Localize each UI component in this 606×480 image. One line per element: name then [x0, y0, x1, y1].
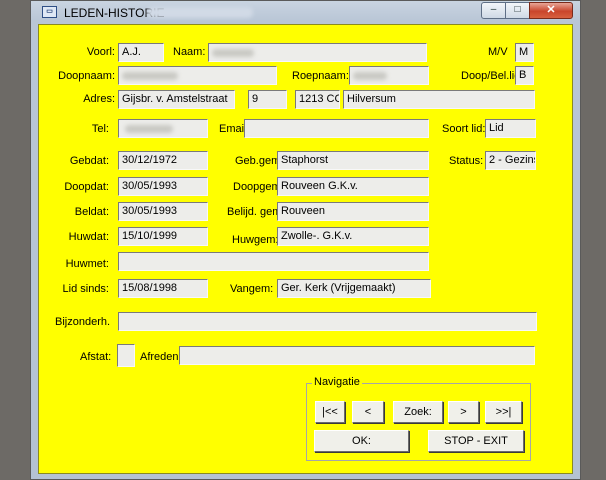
belijd-gem-field[interactable]: Rouveen [277, 202, 429, 221]
label-afstat: Afstat: [80, 351, 112, 363]
mv-field[interactable]: M [515, 43, 534, 62]
huisnummer-field[interactable]: 9 [248, 90, 287, 109]
roepnaam-field[interactable] [349, 66, 429, 85]
doopgem-field[interactable]: Rouveen G.K.v. [277, 177, 429, 196]
prev-record-button[interactable]: < [352, 401, 384, 423]
label-doopdat: Doopdat: [64, 181, 109, 193]
label-status: Status: [449, 155, 484, 167]
label-adres: Adres: [83, 93, 115, 105]
app-window-icon: ▭ [42, 6, 57, 18]
maximize-icon[interactable]: □ [505, 2, 530, 19]
minimize-icon[interactable]: – [481, 2, 506, 19]
huwgem-field[interactable]: Zwolle-. G.K.v. [277, 227, 429, 246]
label-huwmet: Huwmet: [65, 258, 109, 270]
label-lid-sinds: Lid sinds: [62, 283, 109, 295]
label-bijzonderh: Bijzonderh. [55, 316, 111, 328]
postcode-field[interactable]: 1213 CG [295, 90, 340, 109]
label-huwgem: Huwgem: [232, 234, 279, 246]
label-doopnaam: Doopnaam: [58, 70, 115, 82]
status-field[interactable]: 2 - Gezinshoofd [485, 151, 536, 170]
label-roepnaam: Roepnaam: [292, 70, 349, 82]
redacted-title-suffix [147, 7, 253, 18]
navigatie-group: Navigatie |<< < Zoek: > >>| OK: STOP - E… [306, 376, 531, 461]
label-beldat: Beldat: [74, 206, 109, 218]
label-doop-bel-lid: Doop/Bel.lid [461, 70, 521, 82]
gebdat-field[interactable]: 30/12/1972 [118, 151, 208, 170]
email-field[interactable] [244, 119, 429, 138]
next-record-button[interactable]: > [448, 401, 479, 423]
label-gebdat: Gebdat: [69, 155, 109, 167]
soort-lid-field[interactable]: Lid [485, 119, 536, 138]
tel-field[interactable] [118, 119, 208, 138]
doopdat-field[interactable]: 30/05/1993 [118, 177, 208, 196]
huwmet-field[interactable] [118, 252, 429, 271]
geb-gem-field[interactable]: Staphorst [277, 151, 429, 170]
huwdat-field[interactable]: 15/10/1999 [118, 227, 208, 246]
voorl-field[interactable]: A.J. [118, 43, 164, 62]
ok-button[interactable]: OK: [314, 430, 409, 452]
stop-exit-button[interactable]: STOP - EXIT [428, 430, 524, 452]
vangem-field[interactable]: Ger. Kerk (Vrijgemaakt) [277, 279, 431, 298]
label-voorl: Voorl: [86, 46, 115, 58]
bijzonderh-field[interactable] [118, 312, 537, 331]
doop-bel-lid-field[interactable]: B [515, 66, 534, 85]
afreden-field[interactable] [179, 346, 535, 365]
label-naam: Naam: [173, 46, 206, 58]
search-button[interactable]: Zoek: [393, 401, 443, 423]
label-vangem: Vangem: [230, 283, 274, 295]
label-belijd-gem: Belijd. gem: [227, 206, 285, 218]
first-record-button[interactable]: |<< [315, 401, 345, 423]
navigatie-label: Navigatie [312, 376, 362, 388]
doopnaam-field[interactable] [118, 66, 277, 85]
last-record-button[interactable]: >>| [485, 401, 522, 423]
straat-field[interactable]: Gijsbr. v. Amstelstraat [118, 90, 235, 109]
label-afreden: Afreden: [140, 351, 182, 363]
beldat-field[interactable]: 30/05/1993 [118, 202, 208, 221]
label-mv: M/V [488, 46, 508, 58]
lid-sinds-field[interactable]: 15/08/1998 [118, 279, 208, 298]
label-huwdat: Huwdat: [68, 231, 109, 243]
plaats-field[interactable]: Hilversum [343, 90, 535, 109]
close-icon[interactable]: ✕ [529, 2, 573, 19]
naam-field[interactable] [208, 43, 427, 62]
afstat-field[interactable] [117, 344, 135, 367]
label-tel: Tel: [91, 123, 109, 135]
label-soort-lid: Soort lid: [442, 123, 486, 135]
form-area: Voorl: A.J. Naam: M/V M Doopnaam: Roepna… [38, 24, 573, 474]
leden-historie-window: ▭ LEDEN-HISTORIE – □ ✕ Voorl: A.J. Naam:… [30, 0, 581, 480]
